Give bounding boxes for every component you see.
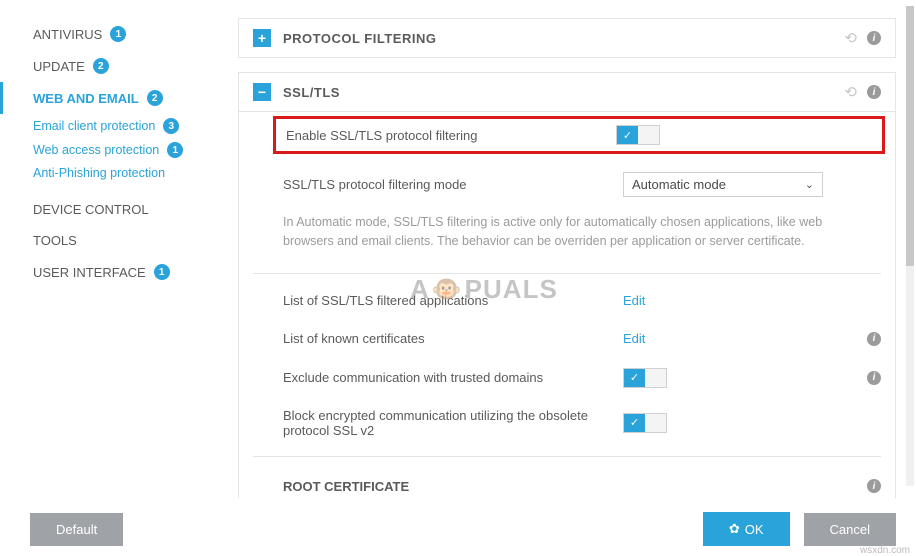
info-icon[interactable]: i [867, 85, 881, 99]
sidebar-item-label: WEB AND EMAIL [33, 91, 139, 106]
panel-header[interactable]: − SSL/TLS ⟲ i [239, 73, 895, 112]
sidebar-item-label: ANTIVIRUS [33, 27, 102, 42]
row-filtered-apps: List of SSL/TLS filtered applications Ed… [239, 282, 895, 320]
sidebar-item-label: Anti-Phishing protection [33, 166, 165, 180]
main-content: + PROTOCOL FILTERING ⟲ i − SSL/TLS ⟲ i E… [218, 0, 916, 498]
cancel-button[interactable]: Cancel [804, 513, 896, 546]
sidebar-subitem-web-access-protection[interactable]: Web access protection 1 [0, 138, 218, 162]
sidebar-item-web-and-email[interactable]: WEB AND EMAIL 2 [0, 82, 218, 114]
row-exclude-trusted: Exclude communication with trusted domai… [239, 358, 895, 398]
badge: 2 [147, 90, 163, 106]
info-icon[interactable]: i [867, 479, 881, 493]
panel-title: SSL/TLS [283, 85, 844, 100]
mode-description: In Automatic mode, SSL/TLS filtering is … [239, 207, 895, 265]
info-icon[interactable]: i [867, 332, 881, 346]
check-icon: ✓ [617, 126, 638, 144]
sidebar-item-update[interactable]: UPDATE 2 [0, 50, 218, 82]
panel-protocol-filtering: + PROTOCOL FILTERING ⟲ i [238, 18, 896, 58]
info-icon[interactable]: i [867, 31, 881, 45]
subsection-title: ROOT CERTIFICATE [283, 479, 409, 494]
revert-icon[interactable]: ⟲ [844, 83, 857, 101]
default-button[interactable]: Default [30, 513, 123, 546]
row-enable-ssl-filtering: Enable SSL/TLS protocol filtering ✓ [273, 116, 885, 154]
sidebar-item-tools[interactable]: TOOLS [0, 225, 218, 256]
panel-title: PROTOCOL FILTERING [283, 31, 844, 46]
setting-label: Block encrypted communication utilizing … [283, 408, 623, 438]
sidebar-subitem-email-client-protection[interactable]: Email client protection 3 [0, 114, 218, 138]
row-filtering-mode: SSL/TLS protocol filtering mode Automati… [239, 162, 895, 207]
toggle-block-sslv2[interactable]: ✓ [623, 413, 667, 433]
setting-label: Enable SSL/TLS protocol filtering [286, 128, 616, 143]
chevron-down-icon: ⌄ [805, 178, 814, 191]
setting-label: SSL/TLS protocol filtering mode [283, 177, 623, 192]
toggle-enable-ssl[interactable]: ✓ [616, 125, 660, 145]
globe-icon: ✿ [729, 521, 740, 537]
divider [253, 456, 881, 457]
select-value: Automatic mode [632, 177, 726, 192]
panel-ssl-tls: − SSL/TLS ⟲ i Enable SSL/TLS protocol fi… [238, 72, 896, 498]
sidebar-item-device-control[interactable]: DEVICE CONTROL [0, 194, 218, 225]
scrollbar-thumb[interactable] [906, 6, 914, 266]
setting-label: List of SSL/TLS filtered applications [283, 293, 623, 308]
row-known-certificates: List of known certificates Edit i [239, 320, 895, 358]
sidebar-item-label: TOOLS [33, 233, 77, 248]
sidebar: ANTIVIRUS 1 UPDATE 2 WEB AND EMAIL 2 Ema… [0, 0, 218, 498]
subsection-root-certificate: ROOT CERTIFICATE i [239, 465, 895, 499]
expand-icon[interactable]: + [253, 29, 271, 47]
info-icon[interactable]: i [867, 371, 881, 385]
check-icon: ✓ [624, 369, 645, 387]
select-filtering-mode[interactable]: Automatic mode ⌄ [623, 172, 823, 197]
sidebar-item-label: USER INTERFACE [33, 265, 146, 280]
setting-label: List of known certificates [283, 331, 623, 346]
badge: 2 [93, 58, 109, 74]
ok-label: OK [745, 522, 764, 537]
collapse-icon[interactable]: − [253, 83, 271, 101]
scrollbar[interactable] [906, 6, 914, 486]
check-icon: ✓ [624, 414, 645, 432]
sidebar-item-label: DEVICE CONTROL [33, 202, 149, 217]
setting-label: Exclude communication with trusted domai… [283, 370, 623, 385]
footer: Default ✿ OK Cancel [0, 512, 916, 546]
edit-link-certs[interactable]: Edit [623, 331, 645, 346]
badge: 1 [154, 264, 170, 280]
badge: 3 [163, 118, 179, 134]
sidebar-item-label: Web access protection [33, 143, 159, 157]
panel-header[interactable]: + PROTOCOL FILTERING ⟲ i [239, 19, 895, 57]
sidebar-item-antivirus[interactable]: ANTIVIRUS 1 [0, 18, 218, 50]
revert-icon[interactable]: ⟲ [844, 29, 857, 47]
watermark-text: wsxdn.com [860, 545, 910, 556]
row-block-sslv2: Block encrypted communication utilizing … [239, 398, 895, 448]
sidebar-item-label: Email client protection [33, 119, 155, 133]
edit-link-apps[interactable]: Edit [623, 293, 645, 308]
ok-button[interactable]: ✿ OK [703, 512, 790, 546]
toggle-exclude-trusted[interactable]: ✓ [623, 368, 667, 388]
divider [253, 273, 881, 274]
sidebar-subitem-anti-phishing[interactable]: Anti-Phishing protection [0, 162, 218, 184]
sidebar-item-user-interface[interactable]: USER INTERFACE 1 [0, 256, 218, 288]
badge: 1 [110, 26, 126, 42]
sidebar-item-label: UPDATE [33, 59, 85, 74]
badge: 1 [167, 142, 183, 158]
